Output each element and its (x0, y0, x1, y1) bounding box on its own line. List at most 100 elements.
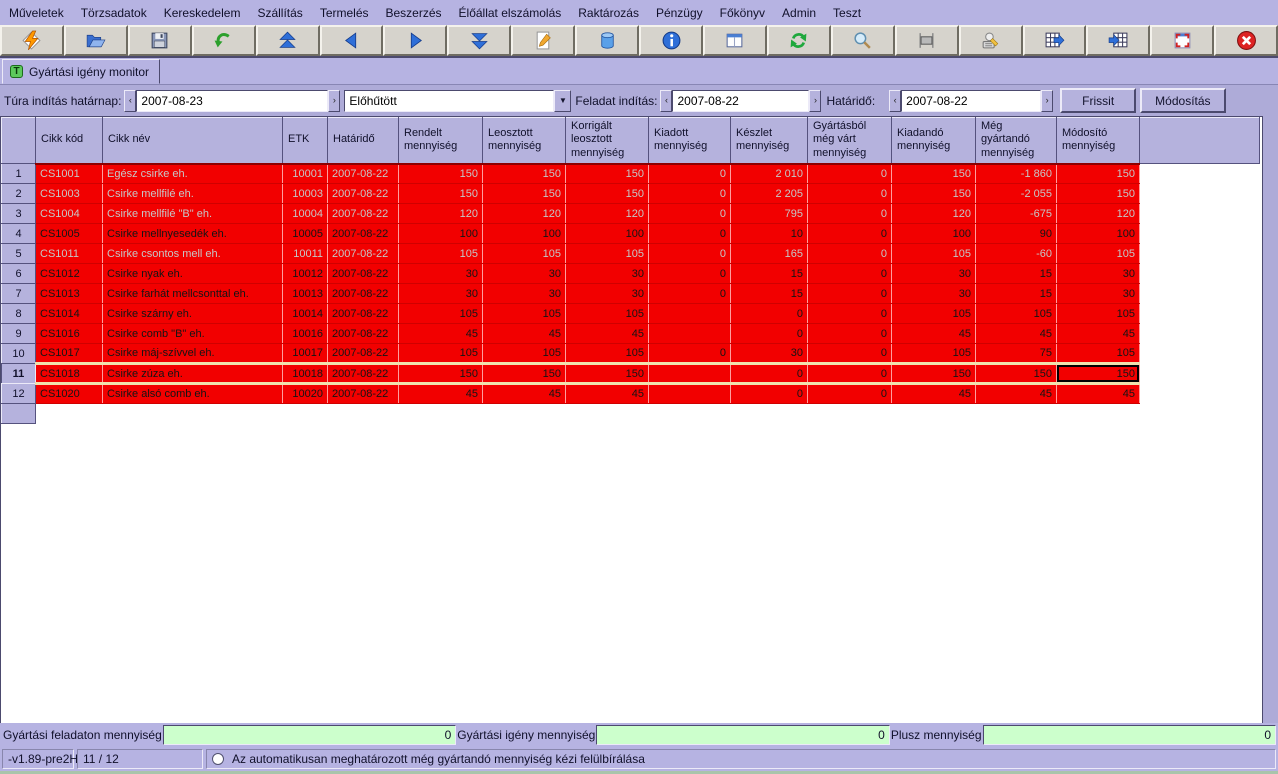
table-cell[interactable]: 10012 (283, 264, 328, 284)
table-cell[interactable]: 2007-08-22 (328, 344, 399, 364)
override-radio[interactable] (212, 753, 224, 765)
table-cell[interactable]: 150 (399, 184, 483, 204)
table-cell[interactable]: 45 (1057, 324, 1140, 344)
toolbar-button-export-table[interactable] (1023, 25, 1087, 56)
table-cell[interactable]: 2007-08-22 (328, 364, 399, 384)
menu-item-beszerzes[interactable]: Beszerzés (386, 6, 442, 20)
table-cell[interactable]: 0 (808, 224, 892, 244)
table-cell[interactable]: 0 (808, 244, 892, 264)
table-cell[interactable]: 100 (483, 224, 566, 244)
table-cell[interactable]: 150 (566, 364, 649, 384)
table-cell[interactable]: 105 (1057, 344, 1140, 364)
table-cell[interactable]: 105 (566, 344, 649, 364)
table-cell[interactable]: 15 (731, 284, 808, 304)
column-header-modosito-mennyiseg[interactable]: Módosító mennyiség (1057, 118, 1140, 164)
column-header-leosztott-mennyiseg[interactable]: Leosztott mennyiség (483, 118, 566, 164)
table-cell[interactable]: 105 (483, 304, 566, 324)
table-cell[interactable]: CS1013 (36, 284, 103, 304)
table-cell[interactable]: Egész csirke eh. (103, 164, 283, 184)
menu-item-eloallat-elszamolas[interactable]: Élőállat elszámolás (459, 6, 562, 20)
menu-item-raktarozas[interactable]: Raktározás (578, 6, 639, 20)
table-cell[interactable]: 0 (808, 184, 892, 204)
table-cell[interactable]: Csirke csontos mell eh. (103, 244, 283, 264)
table-cell[interactable]: 0 (649, 164, 731, 184)
row-number[interactable]: 10 (2, 344, 36, 364)
menu-item-teszt[interactable]: Teszt (833, 6, 861, 20)
toolbar-button-prev[interactable] (320, 25, 384, 56)
table-cell[interactable]: 105 (483, 244, 566, 264)
table-cell[interactable]: 2007-08-22 (328, 224, 399, 244)
table-cell[interactable]: 120 (892, 204, 976, 224)
menu-item-termeles[interactable]: Termelés (320, 6, 369, 20)
menu-item-torzsadatok[interactable]: Törzsadatok (81, 6, 147, 20)
toolbar-button-refresh[interactable] (767, 25, 831, 56)
table-cell[interactable]: 105 (399, 244, 483, 264)
table-cell[interactable] (649, 384, 731, 404)
product-group-combobox[interactable]: Előhűtött▼ (344, 90, 571, 112)
table-cell[interactable]: CS1014 (36, 304, 103, 324)
table-cell[interactable]: 2007-08-22 (328, 384, 399, 404)
table-cell[interactable]: 150 (566, 184, 649, 204)
table-cell[interactable]: 105 (399, 304, 483, 324)
table-cell[interactable]: 45 (399, 384, 483, 404)
table-cell[interactable]: Csirke máj-szívvel eh. (103, 344, 283, 364)
column-header-hatarido[interactable]: Határidő (328, 118, 399, 164)
table-cell[interactable]: 2007-08-22 (328, 164, 399, 184)
table-cell[interactable]: 2007-08-22 (328, 284, 399, 304)
toolbar-button-database[interactable] (575, 25, 639, 56)
table-cell[interactable]: 2007-08-22 (328, 184, 399, 204)
table-cell[interactable]: CS1003 (36, 184, 103, 204)
row-number[interactable]: 4 (2, 224, 36, 244)
table-cell[interactable] (649, 364, 731, 384)
table-cell[interactable]: 2007-08-22 (328, 324, 399, 344)
table-cell[interactable]: 30 (399, 264, 483, 284)
table-cell[interactable]: 0 (649, 224, 731, 244)
table-cell[interactable]: 10001 (283, 164, 328, 184)
toolbar-button-open-folder[interactable] (64, 25, 128, 56)
table-cell[interactable]: CS1004 (36, 204, 103, 224)
table-cell[interactable]: 45 (1057, 384, 1140, 404)
table-cell[interactable]: 0 (808, 264, 892, 284)
table-cell[interactable]: 0 (731, 384, 808, 404)
table-cell[interactable]: 0 (731, 324, 808, 344)
table-cell[interactable]: 15 (976, 284, 1057, 304)
table-cell[interactable]: 150 (483, 184, 566, 204)
table-cell[interactable]: Csirke mellnyesedék eh. (103, 224, 283, 244)
toolbar-button-search[interactable] (831, 25, 895, 56)
table-cell[interactable]: 150 (1057, 184, 1140, 204)
table-cell[interactable]: Csirke zúza eh. (103, 364, 283, 384)
row-number[interactable]: 5 (2, 244, 36, 264)
column-header-kiadando-mennyiseg[interactable]: Kiadandó mennyiség (892, 118, 976, 164)
row-number[interactable]: 1 (2, 164, 36, 184)
table-cell[interactable]: 105 (566, 244, 649, 264)
table-cell[interactable]: 2007-08-22 (328, 264, 399, 284)
table-cell[interactable]: 100 (566, 224, 649, 244)
table-cell[interactable]: 150 (399, 164, 483, 184)
table-cell[interactable]: 30 (1057, 284, 1140, 304)
table-cell[interactable]: 0 (649, 284, 731, 304)
table-cell[interactable]: 0 (808, 304, 892, 324)
toolbar-button-last-down[interactable] (447, 25, 511, 56)
table-cell[interactable]: Csirke mellfilé eh. (103, 184, 283, 204)
toolbar-button-maximize[interactable] (1150, 25, 1214, 56)
table-cell[interactable]: 30 (566, 284, 649, 304)
table-cell[interactable]: 105 (892, 244, 976, 264)
toolbar-button-import-table[interactable] (1086, 25, 1150, 56)
table-cell[interactable]: 10 (731, 224, 808, 244)
table-cell[interactable]: 100 (399, 224, 483, 244)
table-cell[interactable]: CS1016 (36, 324, 103, 344)
table-cell[interactable]: 30 (566, 264, 649, 284)
table-cell[interactable]: 2 205 (731, 184, 808, 204)
row-number[interactable]: 2 (2, 184, 36, 204)
column-header-kiadott-mennyiseg[interactable]: Kiadott mennyiség (649, 118, 731, 164)
table-cell[interactable]: 120 (399, 204, 483, 224)
column-header-meg-gyartando-mennyiseg[interactable]: Még gyártandó mennyiség (976, 118, 1057, 164)
column-header-gyartasbol-meg-vart-mennyiseg[interactable]: Gyártásból még várt mennyiség (808, 118, 892, 164)
toolbar-button-print-frame[interactable] (895, 25, 959, 56)
table-cell[interactable]: 0 (808, 204, 892, 224)
table-cell[interactable]: CS1005 (36, 224, 103, 244)
table-cell[interactable]: 150 (399, 364, 483, 384)
table-cell[interactable]: 0 (808, 324, 892, 344)
table-cell[interactable]: 10011 (283, 244, 328, 264)
table-cell[interactable]: 150 (483, 164, 566, 184)
